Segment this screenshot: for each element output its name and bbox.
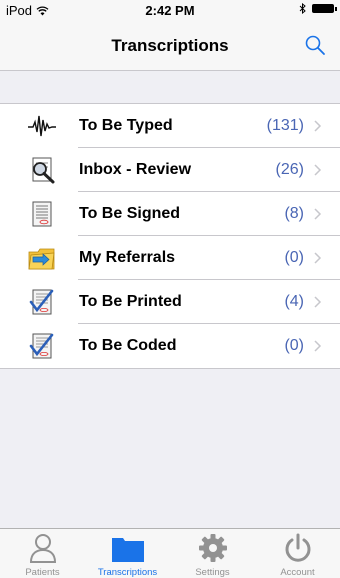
row-my-referrals[interactable]: My Referrals (0) <box>0 236 340 280</box>
chevron-right-icon <box>314 164 322 176</box>
referral-folder-icon <box>28 248 55 270</box>
chevron-right-icon <box>314 296 322 308</box>
tab-label: Patients <box>25 567 60 578</box>
search-icon[interactable] <box>304 34 326 56</box>
row-count: (26) <box>275 161 304 178</box>
status-time: 2:42 PM <box>145 3 195 18</box>
signature-document-icon <box>32 201 52 227</box>
chevron-right-icon <box>314 340 322 352</box>
row-to-be-typed[interactable]: To Be Typed (131) <box>0 104 340 148</box>
tab-label: Account <box>280 567 315 578</box>
tab-label: Settings <box>195 567 230 578</box>
row-label: To Be Signed <box>79 205 181 222</box>
tab-bar: Patients Transcriptions Settings Account <box>0 528 340 578</box>
magnifier-document-icon <box>32 157 55 184</box>
row-count: (4) <box>284 293 304 310</box>
status-bar: iPod 2:42 PM <box>0 0 340 20</box>
tab-account[interactable]: Account <box>255 529 340 578</box>
tab-label: Transcriptions <box>97 567 158 578</box>
checked-document-icon <box>29 289 54 315</box>
status-right <box>299 3 337 14</box>
row-to-be-signed[interactable]: To Be Signed (8) <box>0 192 340 236</box>
row-to-be-coded[interactable]: To Be Coded (0) <box>0 324 340 368</box>
row-to-be-printed[interactable]: To Be Printed (4) <box>0 280 340 324</box>
chevron-right-icon <box>314 120 322 132</box>
tab-settings[interactable]: Settings <box>170 529 255 578</box>
row-count: (0) <box>284 337 304 354</box>
waveform-icon <box>28 115 56 137</box>
row-label: Inbox - Review <box>79 161 192 178</box>
checked-document-icon <box>29 333 54 359</box>
person-icon <box>29 534 56 563</box>
row-label: To Be Printed <box>79 293 182 310</box>
row-label: To Be Coded <box>79 337 177 354</box>
folder-icon <box>111 538 144 562</box>
tab-transcriptions[interactable]: Transcriptions <box>85 529 170 578</box>
power-icon <box>285 533 310 562</box>
bluetooth-icon <box>299 3 306 14</box>
chevron-right-icon <box>314 252 322 264</box>
row-count: (0) <box>284 249 304 266</box>
gear-icon <box>198 534 227 562</box>
row-inbox-review[interactable]: Inbox - Review (26) <box>0 148 340 192</box>
row-label: To Be Typed <box>79 117 173 134</box>
nav-bar: Transcriptions <box>0 20 340 71</box>
transcription-list: To Be Typed (131) Inbox - Review (26) To… <box>0 103 340 369</box>
page-title: Transcriptions <box>111 36 229 55</box>
tab-patients[interactable]: Patients <box>0 529 85 578</box>
chevron-right-icon <box>314 208 322 220</box>
row-count: (8) <box>284 205 304 222</box>
row-label: My Referrals <box>79 249 176 266</box>
battery-icon <box>312 4 337 13</box>
row-count: (131) <box>266 117 304 134</box>
